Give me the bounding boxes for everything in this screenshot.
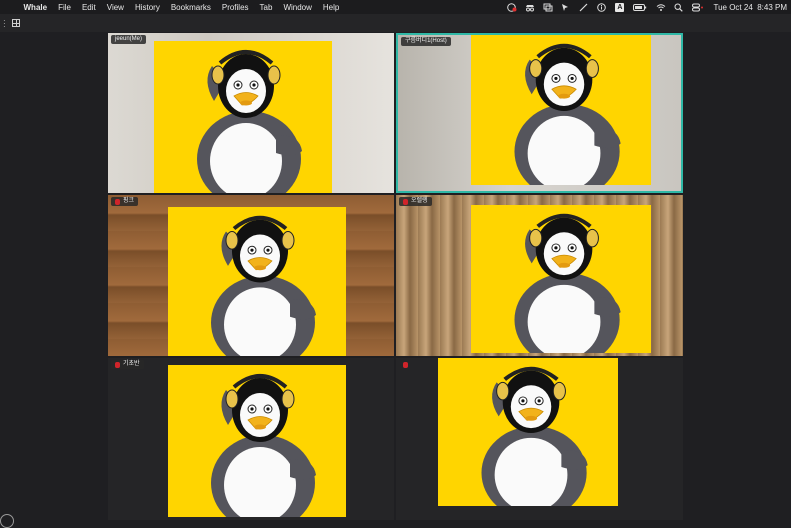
video-tile-participant[interactable]: 핑크 bbox=[108, 195, 394, 356]
menu-edit[interactable]: Edit bbox=[76, 3, 101, 12]
participant-label bbox=[399, 360, 415, 369]
penguin-avatar bbox=[168, 365, 346, 517]
mic-muted-icon bbox=[403, 198, 408, 205]
control-center-icon[interactable] bbox=[692, 3, 704, 12]
menu-help[interactable]: Help bbox=[317, 3, 344, 12]
participant-label: 오렐렝 bbox=[399, 197, 432, 206]
mic-muted-icon bbox=[403, 361, 408, 368]
penguin-avatar bbox=[154, 41, 332, 193]
info-icon[interactable] bbox=[597, 2, 607, 12]
video-tile-participant[interactable]: 기초반 bbox=[108, 358, 394, 520]
menu-bar: Whale File Edit View History Bookmarks P… bbox=[0, 0, 791, 14]
incognito-icon[interactable] bbox=[525, 3, 535, 12]
participant-label: 핑크 bbox=[111, 197, 139, 206]
menu-bookmarks[interactable]: Bookmarks bbox=[165, 3, 216, 12]
menu-history[interactable]: History bbox=[129, 3, 165, 12]
battery-icon[interactable] bbox=[633, 3, 647, 12]
status-circle-icon[interactable] bbox=[0, 514, 14, 528]
meeting-toolbar: · · · bbox=[0, 14, 791, 32]
wifi-icon[interactable] bbox=[656, 3, 666, 12]
mic-muted-icon bbox=[115, 198, 120, 205]
datetime[interactable]: Tue Oct 24 8:43 PM bbox=[713, 3, 787, 12]
penguin-avatar bbox=[471, 35, 651, 185]
penguin-avatar bbox=[168, 207, 346, 356]
menu-profiles[interactable]: Profiles bbox=[216, 3, 254, 12]
menu-window[interactable]: Window bbox=[278, 3, 317, 12]
video-tile-participant[interactable]: 오렐렝 bbox=[396, 195, 683, 356]
participant-label: jeeun(Me) bbox=[111, 35, 147, 44]
pen-icon[interactable] bbox=[579, 3, 588, 12]
grid-layout-icon[interactable] bbox=[12, 19, 20, 27]
menu-tab[interactable]: Tab bbox=[254, 3, 278, 12]
menu-app-name[interactable]: Whale bbox=[18, 3, 53, 12]
menu-file[interactable]: File bbox=[53, 3, 77, 12]
participant-label: 기초반 bbox=[111, 360, 144, 369]
menu-view[interactable]: View bbox=[101, 3, 129, 12]
penguin-avatar bbox=[438, 358, 618, 506]
mic-muted-icon bbox=[115, 361, 120, 368]
search-icon[interactable] bbox=[674, 3, 684, 12]
participant-label: 구름버디1(Host) bbox=[401, 37, 451, 46]
video-tile-me[interactable]: jeeun(Me) bbox=[108, 33, 394, 193]
cursor-icon[interactable] bbox=[561, 3, 570, 12]
penguin-avatar bbox=[471, 205, 651, 353]
video-tile-participant[interactable] bbox=[396, 358, 683, 520]
window-icon[interactable] bbox=[543, 3, 553, 12]
more-options-icon[interactable]: · · · bbox=[3, 17, 6, 31]
video-tile-host[interactable]: 구름버디1(Host) bbox=[396, 33, 683, 193]
record-icon[interactable] bbox=[507, 2, 517, 12]
input-source-badge[interactable]: A bbox=[615, 2, 625, 12]
